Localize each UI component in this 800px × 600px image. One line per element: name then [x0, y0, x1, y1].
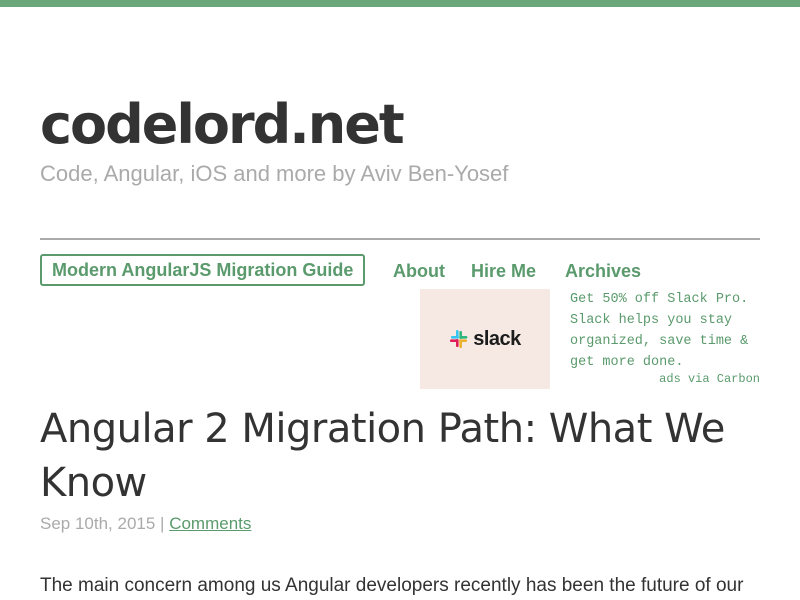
ad-credit-link[interactable]: ads via Carbon — [659, 371, 760, 387]
meta-separator: | — [155, 514, 170, 533]
nav-migration-guide-button[interactable]: Modern AngularJS Migration Guide — [40, 254, 366, 286]
header-divider — [40, 238, 760, 240]
post-title[interactable]: Angular 2 Migration Path: What We Know — [40, 402, 760, 510]
post-date: Sep 10th, 2015 — [40, 514, 156, 533]
nav-link-hire-me[interactable]: Hire Me — [471, 258, 536, 284]
slack-logo: slack — [449, 328, 521, 351]
top-accent-bar — [0, 0, 800, 7]
comments-link[interactable]: Comments — [169, 514, 251, 533]
nav-link-archives[interactable]: Archives — [565, 258, 641, 284]
post-meta: Sep 10th, 2015 | Comments — [40, 513, 251, 535]
site-title[interactable]: codelord.net — [40, 90, 405, 160]
slack-wordmark: slack — [473, 327, 521, 350]
slack-hash-icon — [450, 330, 468, 348]
ad-text[interactable]: Get 50% off Slack Pro. Slack helps you s… — [570, 289, 760, 373]
post-excerpt: The main concern among us Angular develo… — [40, 575, 744, 596]
nav-link-about[interactable]: About — [393, 258, 445, 284]
ad-image[interactable]: slack — [420, 289, 550, 389]
site-subtitle: Code, Angular, iOS and more by Aviv Ben-… — [40, 161, 509, 186]
